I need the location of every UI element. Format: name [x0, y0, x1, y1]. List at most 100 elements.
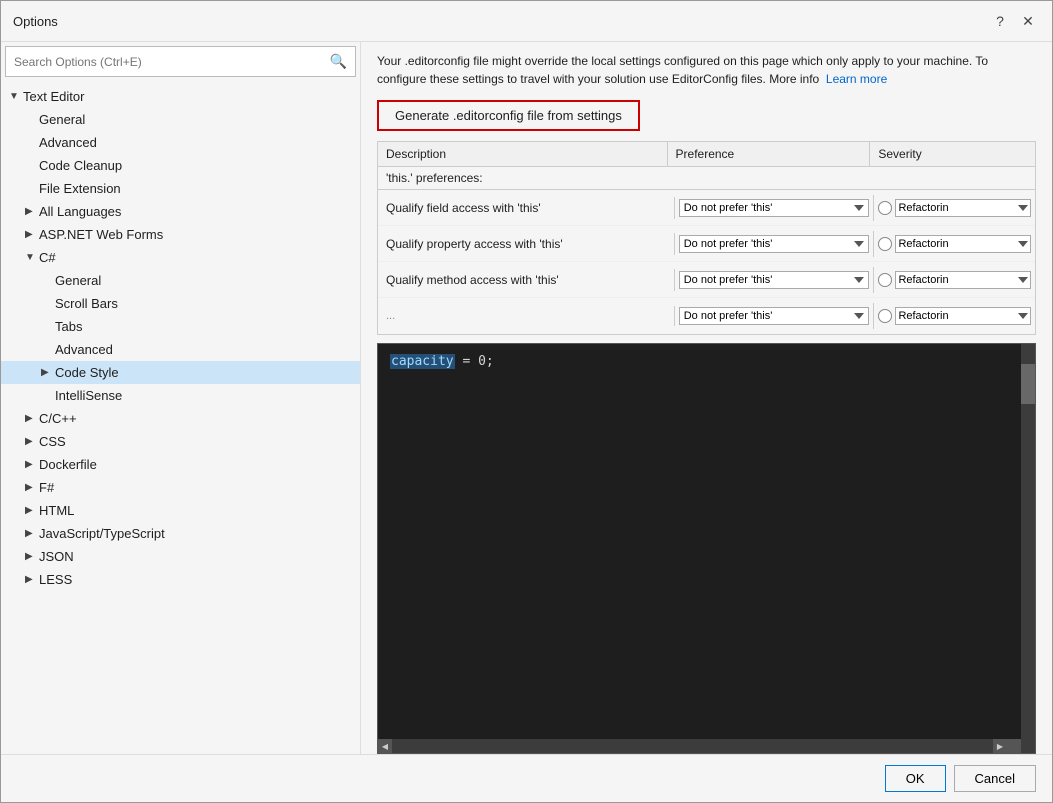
- table-row-partial: ... Do not prefer 'this' Refactorin: [378, 298, 1035, 334]
- options-dialog: Options ? ✕ 🔍 ▼Text Editor General Advance…: [0, 0, 1053, 803]
- row4-pref-select[interactable]: Do not prefer 'this': [679, 307, 870, 325]
- table-header: Description Preference Severity: [378, 142, 1035, 167]
- tree-arrow-dockerfile[interactable]: ▶: [25, 459, 39, 470]
- table-row: Qualify field access with 'this' Do not …: [378, 190, 1035, 226]
- search-input[interactable]: [14, 55, 330, 69]
- row3-radio[interactable]: [878, 273, 892, 287]
- help-button[interactable]: ?: [988, 9, 1012, 33]
- learn-more-link[interactable]: Learn more: [826, 72, 887, 86]
- tree-item-fsharp[interactable]: ▶F#: [1, 476, 360, 499]
- left-panel: 🔍 ▼Text Editor General Advanced Code Cleanu…: [1, 42, 361, 754]
- generate-btn-container: Generate .editorconfig file from setting…: [361, 94, 1052, 141]
- row2-sev[interactable]: Refactorin Warning Error: [874, 231, 1035, 257]
- tree-item-code-style[interactable]: ▶Code Style: [1, 361, 360, 384]
- row4-pref[interactable]: Do not prefer 'this': [675, 303, 875, 329]
- tree-label-intellisense: IntelliSense: [55, 388, 122, 403]
- tree-item-advanced[interactable]: Advanced: [1, 131, 360, 154]
- generate-editorconfig-button[interactable]: Generate .editorconfig file from setting…: [377, 100, 640, 131]
- tree-item-code-cleanup[interactable]: Code Cleanup: [1, 154, 360, 177]
- scroll-right-arrow[interactable]: ▶: [993, 739, 1007, 753]
- row1-sev-select[interactable]: Refactorin Warning Error: [895, 199, 1031, 217]
- tree-arrow-csharp[interactable]: ▼: [25, 252, 39, 263]
- tree-item-javascript[interactable]: ▶JavaScript/TypeScript: [1, 522, 360, 545]
- close-button[interactable]: ✕: [1016, 9, 1040, 33]
- row3-sev[interactable]: Refactorin Warning Error: [874, 267, 1035, 293]
- search-box[interactable]: 🔍: [5, 46, 356, 77]
- tree-label-code-cleanup: Code Cleanup: [39, 158, 122, 173]
- tree-arrow-css[interactable]: ▶: [25, 436, 39, 447]
- table-scroll-area[interactable]: 'this.' preferences: Qualify field acces…: [378, 167, 1035, 334]
- row1-pref-select[interactable]: Do not prefer 'this' Prefer 'this': [679, 199, 870, 217]
- scroll-track[interactable]: [392, 739, 993, 753]
- tree-arrow-fsharp[interactable]: ▶: [25, 482, 39, 493]
- dialog-body: 🔍 ▼Text Editor General Advanced Code Cleanu…: [1, 42, 1052, 754]
- row2-pref-select[interactable]: Do not prefer 'this' Prefer 'this': [679, 235, 870, 253]
- search-icon: 🔍: [330, 53, 347, 70]
- tree-container[interactable]: ▼Text Editor General Advanced Code Cleanup F…: [1, 81, 360, 754]
- tree-item-csharp-advanced[interactable]: Advanced: [1, 338, 360, 361]
- row3-desc: Qualify method access with 'this': [378, 269, 675, 291]
- tree-item-intellisense[interactable]: IntelliSense: [1, 384, 360, 407]
- row3-sev-select[interactable]: Refactorin Warning Error: [895, 271, 1031, 289]
- tree-arrow-asp-net[interactable]: ▶: [25, 229, 39, 240]
- cancel-button[interactable]: Cancel: [954, 765, 1036, 792]
- tree-item-cpp[interactable]: ▶C/C++: [1, 407, 360, 430]
- table-row: Qualify property access with 'this' Do n…: [378, 226, 1035, 262]
- tree-item-text-editor[interactable]: ▼Text Editor: [1, 85, 360, 108]
- tree-item-all-languages[interactable]: ▶All Languages: [1, 200, 360, 223]
- tree-arrow-cpp[interactable]: ▶: [25, 413, 39, 424]
- code-vertical-scrollbar[interactable]: [1021, 344, 1035, 753]
- col-header-preference: Preference: [668, 142, 871, 166]
- tree-arrow-json[interactable]: ▶: [25, 551, 39, 562]
- tree-item-scroll-bars[interactable]: Scroll Bars: [1, 292, 360, 315]
- tree-arrow-javascript[interactable]: ▶: [25, 528, 39, 539]
- right-panel: Your .editorconfig file might override t…: [361, 42, 1052, 754]
- tree-item-asp-net[interactable]: ▶ASP.NET Web Forms: [1, 223, 360, 246]
- tree-label-general: General: [39, 112, 85, 127]
- tree-item-dockerfile[interactable]: ▶Dockerfile: [1, 453, 360, 476]
- col-header-description: Description: [378, 142, 668, 166]
- code-horizontal-scrollbar[interactable]: ◀ ▶: [378, 739, 1021, 753]
- bottom-bar: OK Cancel: [1, 754, 1052, 802]
- row4-desc: ...: [378, 306, 675, 326]
- title-bar: Options ? ✕: [1, 1, 1052, 42]
- tree-label-dockerfile: Dockerfile: [39, 457, 97, 472]
- row1-sev[interactable]: Refactorin Warning Error: [874, 195, 1035, 221]
- scroll-left-arrow[interactable]: ◀: [378, 739, 392, 753]
- tree-arrow-all-languages[interactable]: ▶: [25, 206, 39, 217]
- row1-pref[interactable]: Do not prefer 'this' Prefer 'this': [675, 195, 875, 221]
- tree-label-advanced: Advanced: [39, 135, 97, 150]
- row3-pref-select[interactable]: Do not prefer 'this' Prefer 'this': [679, 271, 870, 289]
- tree-item-csharp-general[interactable]: General: [1, 269, 360, 292]
- code-scrollbar-thumb[interactable]: [1021, 364, 1035, 404]
- row1-radio[interactable]: [878, 201, 892, 215]
- tree-arrow-less[interactable]: ▶: [25, 574, 39, 585]
- row3-pref[interactable]: Do not prefer 'this' Prefer 'this': [675, 267, 875, 293]
- tree-item-tabs[interactable]: Tabs: [1, 315, 360, 338]
- tree-item-file-extension[interactable]: File Extension: [1, 177, 360, 200]
- ok-button[interactable]: OK: [885, 765, 946, 792]
- row2-radio[interactable]: [878, 237, 892, 251]
- row4-radio[interactable]: [878, 309, 892, 323]
- preferences-table: Description Preference Severity 'this.' …: [377, 141, 1036, 335]
- code-preview: capacity = 0; ◀ ▶: [377, 343, 1036, 754]
- tree-arrow-code-style[interactable]: ▶: [41, 367, 55, 378]
- row4-sev-select[interactable]: Refactorin: [895, 307, 1031, 325]
- code-highlight-capacity: capacity: [390, 354, 455, 369]
- tree-item-less[interactable]: ▶LESS: [1, 568, 360, 591]
- tree-item-css[interactable]: ▶CSS: [1, 430, 360, 453]
- tree-item-json[interactable]: ▶JSON: [1, 545, 360, 568]
- row2-sev-select[interactable]: Refactorin Warning Error: [895, 235, 1031, 253]
- tree-label-csharp-advanced: Advanced: [55, 342, 113, 357]
- tree-arrow-text-editor[interactable]: ▼: [9, 91, 23, 102]
- code-content-area: capacity = 0;: [378, 344, 1035, 381]
- tree-label-code-style: Code Style: [55, 365, 119, 380]
- row4-sev[interactable]: Refactorin: [874, 303, 1035, 329]
- row2-pref[interactable]: Do not prefer 'this' Prefer 'this': [675, 231, 875, 257]
- title-bar-buttons: ? ✕: [988, 9, 1040, 33]
- tree-item-html[interactable]: ▶HTML: [1, 499, 360, 522]
- tree-item-general[interactable]: General: [1, 108, 360, 131]
- row1-desc: Qualify field access with 'this': [378, 197, 675, 219]
- tree-arrow-html[interactable]: ▶: [25, 505, 39, 516]
- tree-item-csharp[interactable]: ▼C#: [1, 246, 360, 269]
